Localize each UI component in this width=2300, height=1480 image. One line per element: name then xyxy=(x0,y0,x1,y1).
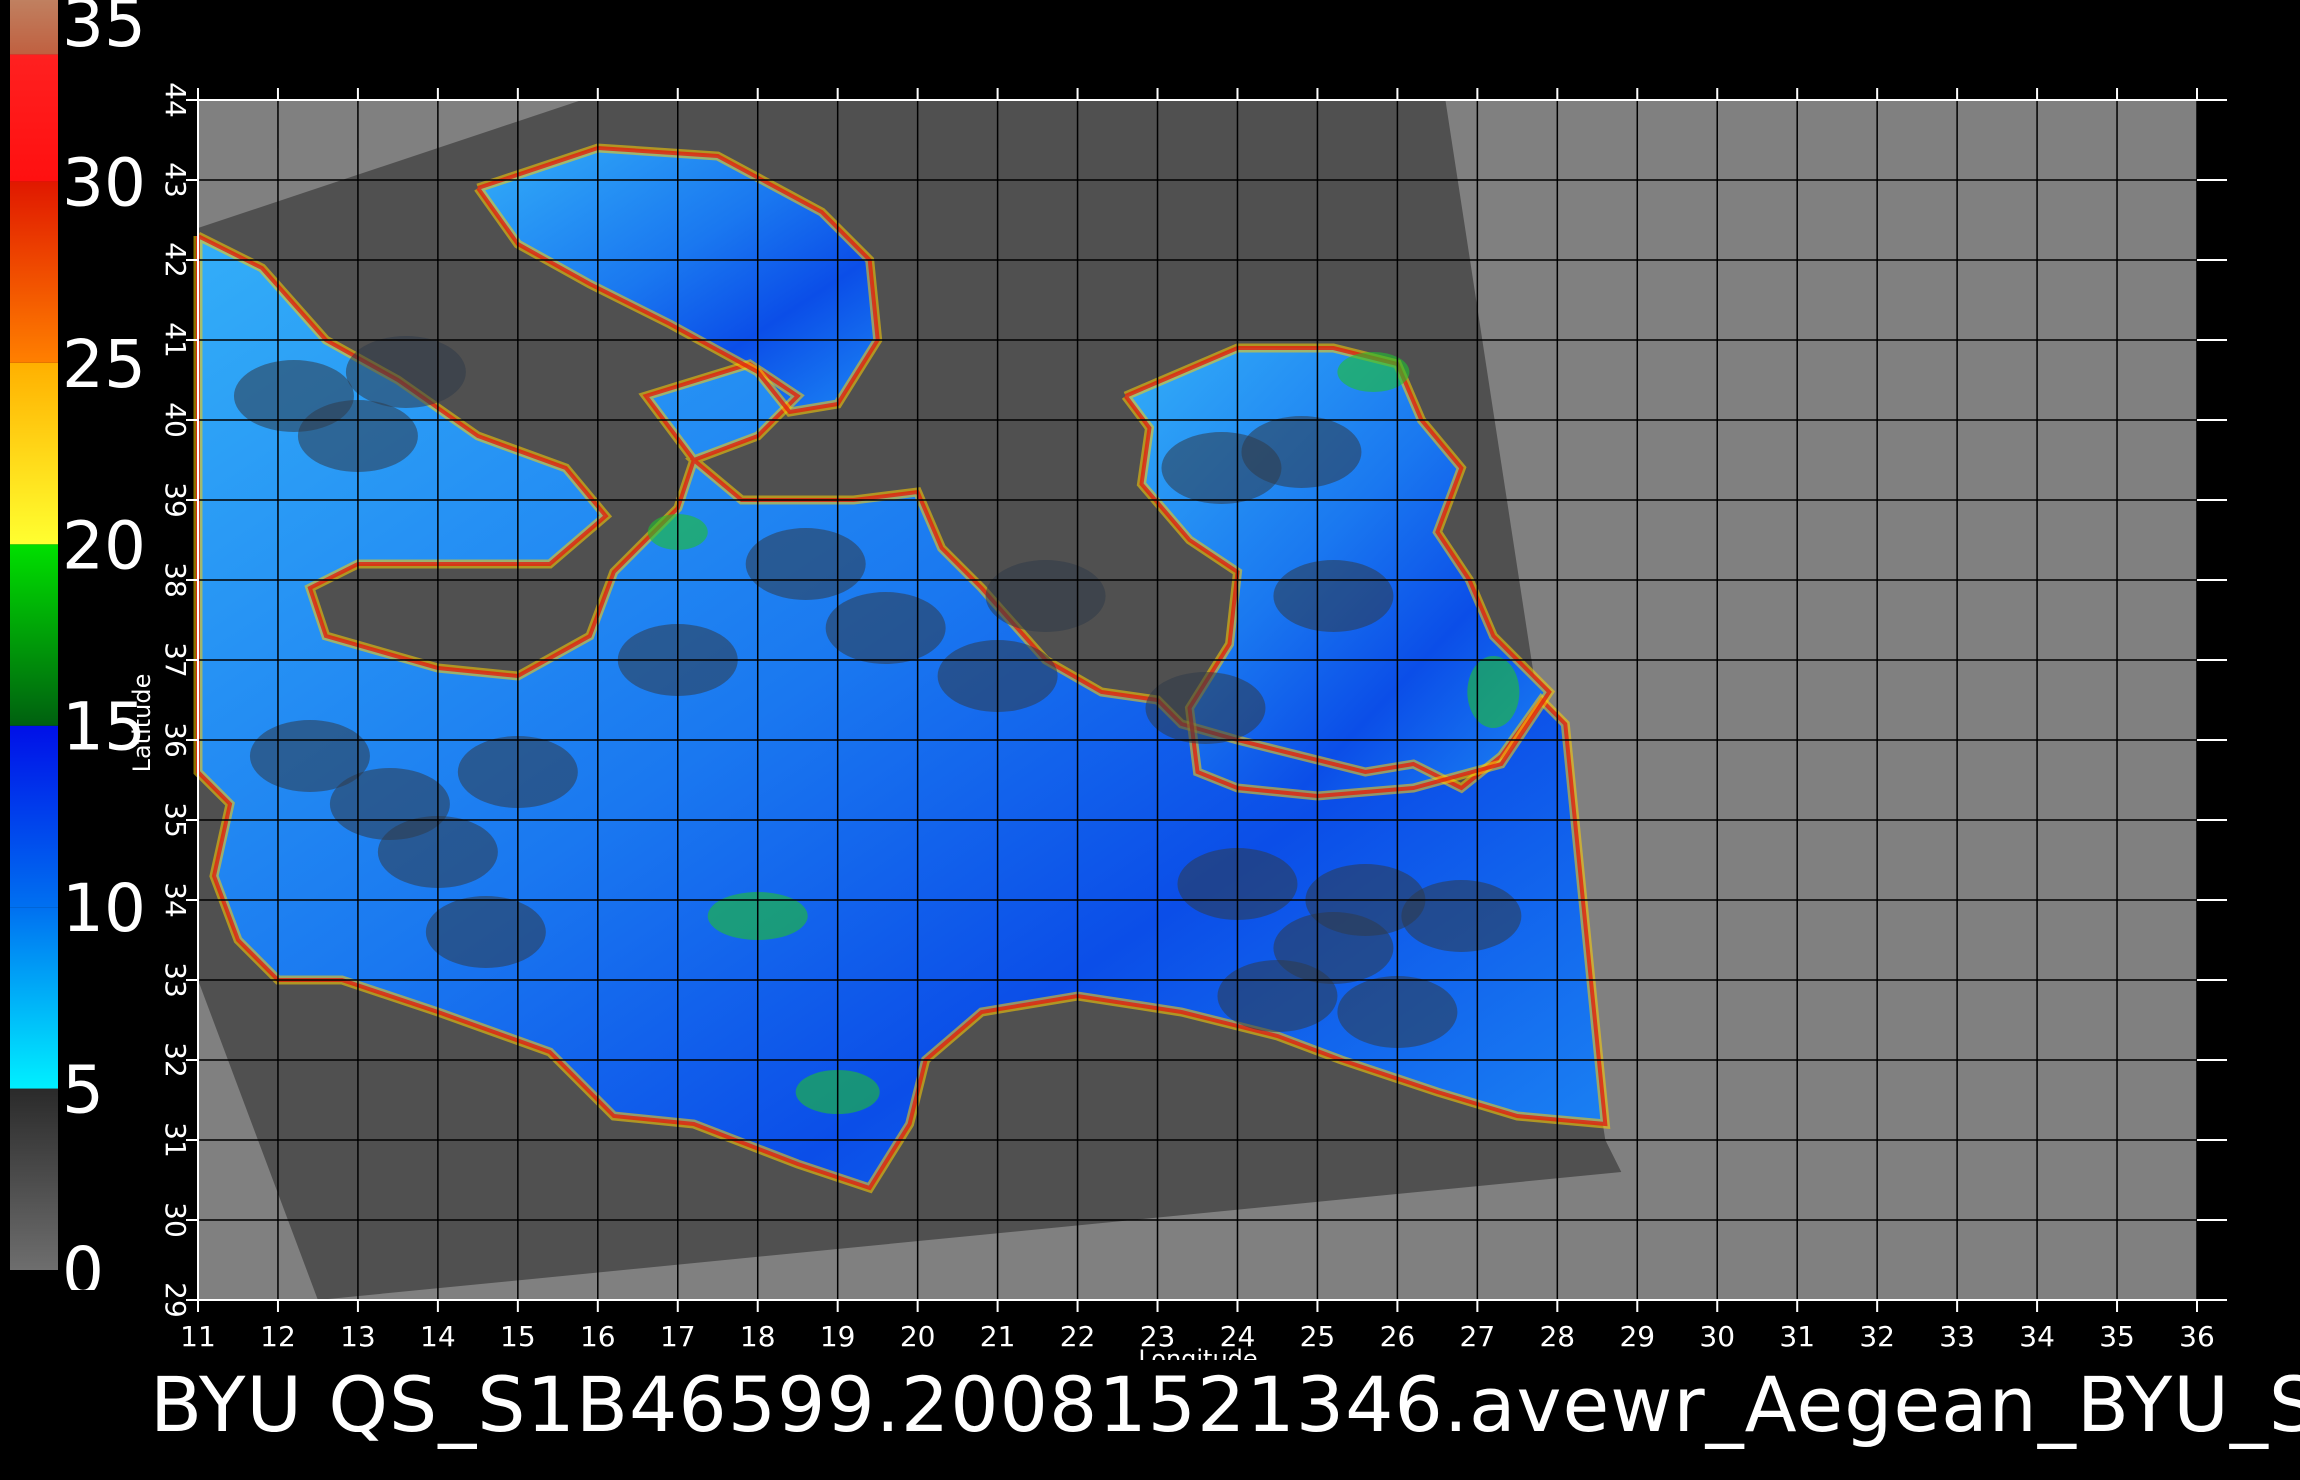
longitude-tick-label: 27 xyxy=(1460,1320,1496,1353)
longitude-tick-label: 33 xyxy=(1939,1320,1975,1353)
low-wind-texture xyxy=(1273,560,1394,632)
longitude-tick-label: 30 xyxy=(1699,1320,1735,1353)
longitude-tick-label: 28 xyxy=(1539,1320,1575,1353)
latitude-tick-label: 37 xyxy=(159,642,192,678)
latitude-tick-label: 39 xyxy=(159,482,192,518)
latitude-tick-label: 42 xyxy=(159,242,192,278)
longitude-tick-label: 18 xyxy=(740,1320,776,1353)
image-caption: BYU QS_S1B46599.20081521346.avewr_Aegean… xyxy=(150,1360,2300,1449)
low-wind-texture xyxy=(1241,416,1362,488)
longitude-tick-label: 12 xyxy=(260,1320,296,1353)
latitude-tick-label: 29 xyxy=(159,1282,192,1318)
longitude-tick-label: 15 xyxy=(500,1320,536,1353)
y-axis-title: Latitude xyxy=(128,674,156,773)
longitude-tick-label: 19 xyxy=(820,1320,856,1353)
low-wind-texture xyxy=(345,336,466,408)
latitude-tick-label: 38 xyxy=(159,562,192,598)
map-plot: 11 12 13 14 15 16 17 18 19 20 21 22 23 24 25 26 27 28 29 30… xyxy=(128,82,2227,1360)
longitude-tick-label: 20 xyxy=(900,1320,936,1353)
latitude-tick-label: 31 xyxy=(159,1122,192,1158)
latitude-tick-labels: 29 30 31 32 33 34 35 36 37 38 39 40 41 42 43 44 xyxy=(159,82,192,1318)
longitude-tick-label: 16 xyxy=(580,1320,616,1353)
low-wind-texture xyxy=(825,592,946,664)
longitude-tick-label: 34 xyxy=(2019,1320,2055,1353)
latitude-tick-label: 33 xyxy=(159,962,192,998)
latitude-tick-label: 41 xyxy=(159,322,192,358)
longitude-tick-label: 22 xyxy=(1060,1320,1096,1353)
longitude-tick-label: 32 xyxy=(1859,1320,1895,1353)
latitude-tick-label: 30 xyxy=(159,1202,192,1238)
longitude-tick-label: 14 xyxy=(420,1320,456,1353)
low-wind-texture xyxy=(745,528,866,600)
latitude-tick-label: 40 xyxy=(159,402,192,438)
longitude-tick-label: 29 xyxy=(1619,1320,1655,1353)
longitude-tick-label: 25 xyxy=(1300,1320,1336,1353)
longitude-tick-label: 21 xyxy=(980,1320,1016,1353)
wind-speed-patch xyxy=(1467,656,1520,728)
latitude-tick-label: 44 xyxy=(159,82,192,118)
longitude-tick-label: 26 xyxy=(1380,1320,1416,1353)
latitude-tick-label: 36 xyxy=(159,722,192,758)
low-wind-texture xyxy=(1145,672,1266,744)
latitude-tick-label: 32 xyxy=(159,1042,192,1078)
x-axis-title: Longitude xyxy=(1138,1345,1257,1360)
latitude-tick-label: 35 xyxy=(159,802,192,838)
low-wind-texture xyxy=(425,896,546,968)
latitude-tick-label: 34 xyxy=(159,882,192,918)
wind-speed-patch xyxy=(1337,352,1410,392)
latitude-tick-label: 43 xyxy=(159,162,192,198)
low-wind-texture xyxy=(985,560,1106,632)
longitude-tick-label: 11 xyxy=(180,1320,216,1353)
low-wind-texture xyxy=(1217,960,1338,1032)
longitude-tick-label: 13 xyxy=(340,1320,376,1353)
longitude-tick-label: 31 xyxy=(1779,1320,1815,1353)
longitude-tick-label: 17 xyxy=(660,1320,696,1353)
longitude-tick-label: 36 xyxy=(2179,1320,2215,1353)
longitude-tick-label: 35 xyxy=(2099,1320,2135,1353)
scatterometer-wind-map: 0 5 10 15 20 25 30 35 11 12 13 14 15 16 17 18 19 20 21 22 2… xyxy=(0,0,2300,1480)
